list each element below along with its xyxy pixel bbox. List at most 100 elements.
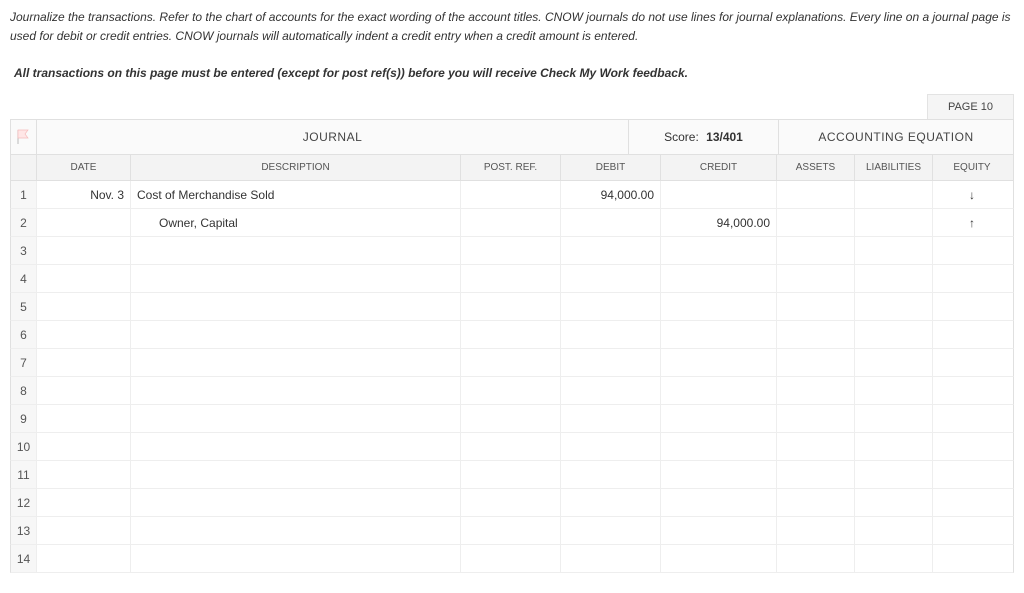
equity-cell[interactable] [933,461,1011,488]
debit-cell[interactable] [561,405,661,432]
debit-cell[interactable] [561,545,661,572]
equity-cell[interactable] [933,265,1011,292]
equity-cell[interactable] [933,349,1011,376]
equity-cell[interactable] [933,545,1011,572]
postref-cell[interactable] [461,377,561,404]
assets-cell[interactable] [777,349,855,376]
date-cell[interactable] [37,489,131,516]
description-cell[interactable]: Cost of Merchandise Sold [131,181,461,208]
assets-cell[interactable] [777,461,855,488]
description-cell[interactable] [131,237,461,264]
postref-cell[interactable] [461,349,561,376]
postref-cell[interactable] [461,321,561,348]
assets-cell[interactable] [777,321,855,348]
credit-cell[interactable] [661,377,777,404]
date-cell[interactable] [37,433,131,460]
liabilities-cell[interactable] [855,377,933,404]
date-cell[interactable]: Nov. 3 [37,181,131,208]
postref-cell[interactable] [461,237,561,264]
description-cell[interactable] [131,405,461,432]
debit-cell[interactable] [561,433,661,460]
description-cell[interactable]: Owner, Capital [131,209,461,236]
assets-cell[interactable] [777,489,855,516]
liabilities-cell[interactable] [855,433,933,460]
credit-cell[interactable] [661,517,777,544]
equity-cell[interactable] [933,489,1011,516]
debit-cell[interactable] [561,349,661,376]
description-cell[interactable] [131,265,461,292]
date-cell[interactable] [37,377,131,404]
date-cell[interactable] [37,349,131,376]
liabilities-cell[interactable] [855,293,933,320]
date-cell[interactable] [37,293,131,320]
assets-cell[interactable] [777,433,855,460]
assets-cell[interactable] [777,517,855,544]
equity-cell[interactable] [933,237,1011,264]
description-cell[interactable] [131,517,461,544]
assets-cell[interactable] [777,181,855,208]
assets-cell[interactable] [777,293,855,320]
postref-cell[interactable] [461,405,561,432]
credit-cell[interactable] [661,293,777,320]
postref-cell[interactable] [461,209,561,236]
debit-cell[interactable]: 94,000.00 [561,181,661,208]
assets-cell[interactable] [777,209,855,236]
equity-cell[interactable]: ↓ [933,181,1011,208]
equity-cell[interactable] [933,405,1011,432]
postref-cell[interactable] [461,293,561,320]
date-cell[interactable] [37,461,131,488]
liabilities-cell[interactable] [855,321,933,348]
credit-cell[interactable] [661,489,777,516]
description-cell[interactable] [131,461,461,488]
description-cell[interactable] [131,489,461,516]
equity-cell[interactable]: ↑ [933,209,1011,236]
liabilities-cell[interactable] [855,545,933,572]
description-cell[interactable] [131,433,461,460]
liabilities-cell[interactable] [855,237,933,264]
description-cell[interactable] [131,293,461,320]
liabilities-cell[interactable] [855,517,933,544]
date-cell[interactable] [37,405,131,432]
date-cell[interactable] [37,545,131,572]
credit-cell[interactable] [661,405,777,432]
flag-icon[interactable] [11,120,37,154]
postref-cell[interactable] [461,545,561,572]
credit-cell[interactable] [661,321,777,348]
liabilities-cell[interactable] [855,405,933,432]
postref-cell[interactable] [461,517,561,544]
assets-cell[interactable] [777,545,855,572]
equity-cell[interactable] [933,377,1011,404]
description-cell[interactable] [131,349,461,376]
assets-cell[interactable] [777,405,855,432]
credit-cell[interactable] [661,181,777,208]
credit-cell[interactable] [661,461,777,488]
liabilities-cell[interactable] [855,461,933,488]
liabilities-cell[interactable] [855,349,933,376]
liabilities-cell[interactable] [855,181,933,208]
credit-cell[interactable] [661,545,777,572]
liabilities-cell[interactable] [855,489,933,516]
debit-cell[interactable] [561,489,661,516]
date-cell[interactable] [37,517,131,544]
credit-cell[interactable] [661,237,777,264]
date-cell[interactable] [37,321,131,348]
debit-cell[interactable] [561,237,661,264]
date-cell[interactable] [37,209,131,236]
debit-cell[interactable] [561,377,661,404]
postref-cell[interactable] [461,433,561,460]
description-cell[interactable] [131,321,461,348]
credit-cell[interactable] [661,265,777,292]
debit-cell[interactable] [561,517,661,544]
equity-cell[interactable] [933,321,1011,348]
equity-cell[interactable] [933,517,1011,544]
postref-cell[interactable] [461,265,561,292]
credit-cell[interactable]: 94,000.00 [661,209,777,236]
postref-cell[interactable] [461,181,561,208]
equity-cell[interactable] [933,433,1011,460]
description-cell[interactable] [131,545,461,572]
date-cell[interactable] [37,265,131,292]
description-cell[interactable] [131,377,461,404]
debit-cell[interactable] [561,321,661,348]
debit-cell[interactable] [561,461,661,488]
credit-cell[interactable] [661,349,777,376]
